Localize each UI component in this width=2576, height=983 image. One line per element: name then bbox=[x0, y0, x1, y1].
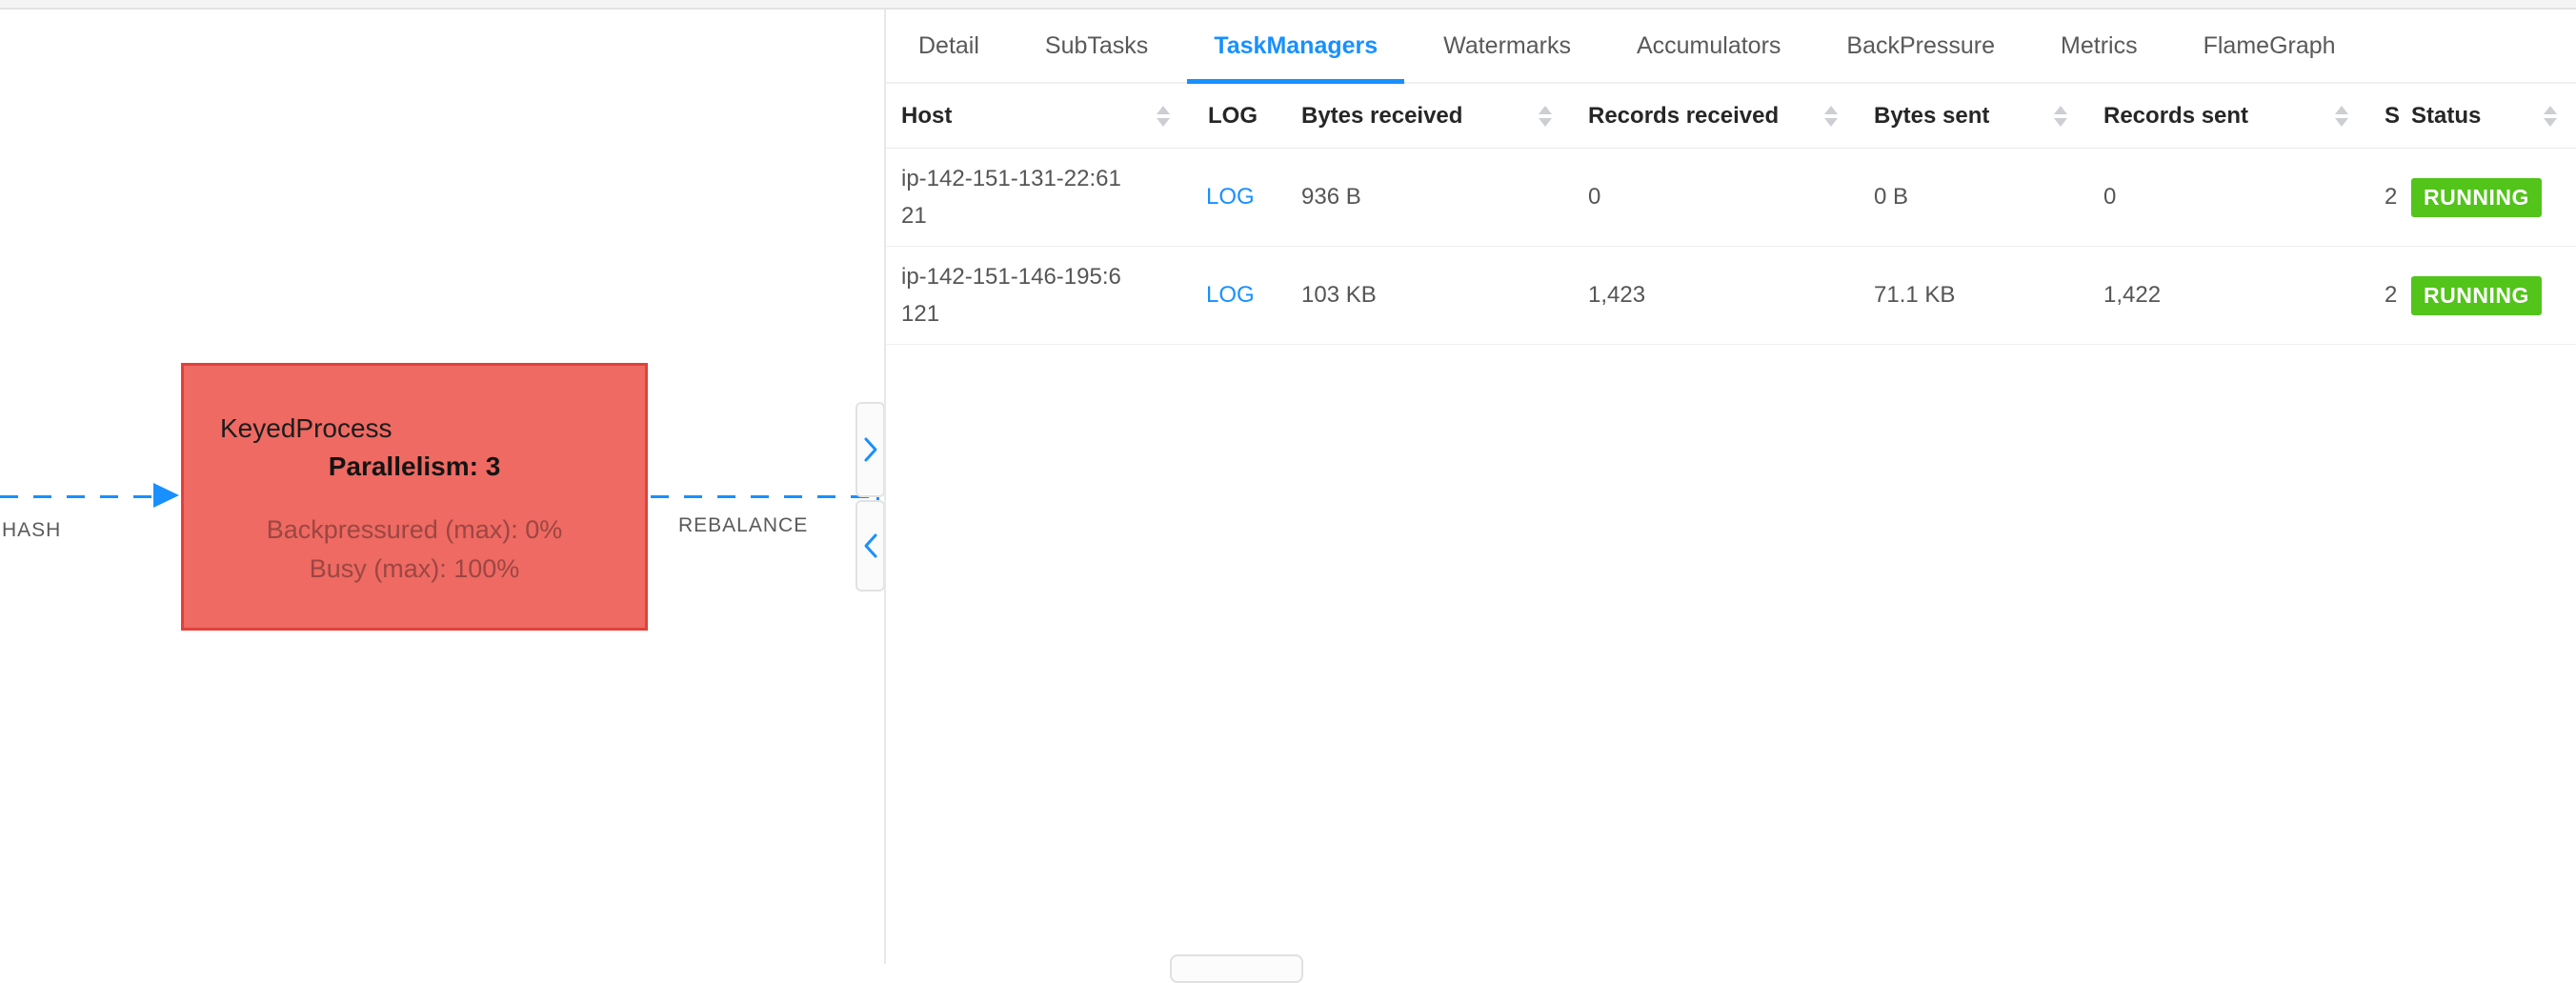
rebalance-edge-label: REBALANCE bbox=[678, 514, 808, 537]
node-backpressure-metric: Backpressured (max): 0% bbox=[184, 511, 645, 550]
keyedprocess-node[interactable]: KeyedProcess Parallelism: 3 Backpressure… bbox=[181, 363, 648, 631]
chevron-right-icon bbox=[862, 435, 879, 464]
records-received-cell: 1,423 bbox=[1588, 282, 1874, 309]
sort-icon[interactable] bbox=[2544, 106, 2557, 127]
column-header-clipped: S bbox=[2385, 103, 2404, 130]
column-header-log: LOG bbox=[1206, 103, 1301, 130]
clipped-cell: 2 bbox=[2385, 184, 2404, 211]
node-busy-metric: Busy (max): 100% bbox=[184, 550, 645, 589]
chevron-left-icon bbox=[862, 532, 879, 560]
column-header-host[interactable]: Host bbox=[886, 103, 1206, 130]
bottom-clipped-control[interactable] bbox=[1170, 954, 1303, 983]
table-row: ip-142-151-146-195:6121 LOG 103 KB 1,423… bbox=[886, 247, 2576, 345]
outgoing-edge-line bbox=[651, 495, 875, 498]
column-header-records-received[interactable]: Records received bbox=[1588, 103, 1874, 130]
tab-backpressure[interactable]: BackPressure bbox=[1820, 10, 2022, 82]
tab-flamegraph[interactable]: FlameGraph bbox=[2177, 10, 2363, 82]
node-parallelism: Parallelism: 3 bbox=[184, 448, 645, 486]
hash-edge-label: HASH bbox=[2, 519, 61, 542]
tab-subtasks[interactable]: SubTasks bbox=[1018, 10, 1175, 82]
records-sent-cell: 0 bbox=[2103, 184, 2385, 211]
edge-arrow-icon bbox=[153, 483, 179, 508]
clipped-cell: 2 bbox=[2385, 282, 2404, 309]
sort-icon[interactable] bbox=[1824, 106, 1838, 127]
column-header-bytes-received[interactable]: Bytes received bbox=[1301, 103, 1588, 130]
status-badge: RUNNING bbox=[2411, 276, 2542, 315]
node-name: KeyedProcess bbox=[184, 410, 645, 448]
tab-watermarks[interactable]: Watermarks bbox=[1417, 10, 1598, 82]
bytes-sent-cell: 0 B bbox=[1874, 184, 2103, 211]
sort-icon[interactable] bbox=[1539, 106, 1552, 127]
vertex-detail-panel: Detail SubTasks TaskManagers Watermarks … bbox=[886, 10, 2576, 964]
tab-taskmanagers[interactable]: TaskManagers bbox=[1187, 10, 1404, 82]
records-received-cell: 0 bbox=[1588, 184, 1874, 211]
log-cell: LOG bbox=[1206, 282, 1301, 309]
status-cell: RUNNING bbox=[2404, 276, 2576, 315]
records-sent-cell: 1,422 bbox=[2103, 282, 2385, 309]
status-badge: RUNNING bbox=[2411, 178, 2542, 217]
expand-panel-button[interactable] bbox=[855, 402, 884, 497]
job-graph-panel: HASH KeyedProcess Parallelism: 3 Backpre… bbox=[0, 10, 884, 964]
panel-divider[interactable] bbox=[884, 10, 886, 964]
log-cell: LOG bbox=[1206, 184, 1301, 211]
incoming-edge-line bbox=[0, 495, 152, 498]
column-header-status[interactable]: Status bbox=[2404, 103, 2576, 130]
log-link[interactable]: LOG bbox=[1206, 282, 1255, 308]
collapse-panel-button[interactable] bbox=[855, 500, 884, 592]
tab-metrics[interactable]: Metrics bbox=[2034, 10, 2164, 82]
taskmanagers-table-header: Host LOG Bytes received Records received… bbox=[886, 84, 2576, 149]
log-link[interactable]: LOG bbox=[1206, 184, 1255, 210]
sort-icon[interactable] bbox=[2054, 106, 2067, 127]
status-cell: RUNNING bbox=[2404, 178, 2576, 217]
detail-tab-bar: Detail SubTasks TaskManagers Watermarks … bbox=[886, 10, 2576, 84]
table-row: ip-142-151-131-22:6121 LOG 936 B 0 0 B 0… bbox=[886, 149, 2576, 247]
bytes-sent-cell: 71.1 KB bbox=[1874, 282, 2103, 309]
sort-icon[interactable] bbox=[2335, 106, 2348, 127]
tab-detail[interactable]: Detail bbox=[892, 10, 1006, 82]
column-header-records-sent[interactable]: Records sent bbox=[2103, 103, 2385, 130]
host-cell: ip-142-151-131-22:6121 bbox=[886, 160, 1206, 234]
bytes-received-cell: 103 KB bbox=[1301, 282, 1588, 309]
host-cell: ip-142-151-146-195:6121 bbox=[886, 258, 1206, 332]
tab-accumulators[interactable]: Accumulators bbox=[1610, 10, 1807, 82]
column-header-bytes-sent[interactable]: Bytes sent bbox=[1874, 103, 2103, 130]
sort-icon[interactable] bbox=[1157, 106, 1170, 127]
window-top-edge bbox=[0, 0, 2576, 10]
bytes-received-cell: 936 B bbox=[1301, 184, 1588, 211]
